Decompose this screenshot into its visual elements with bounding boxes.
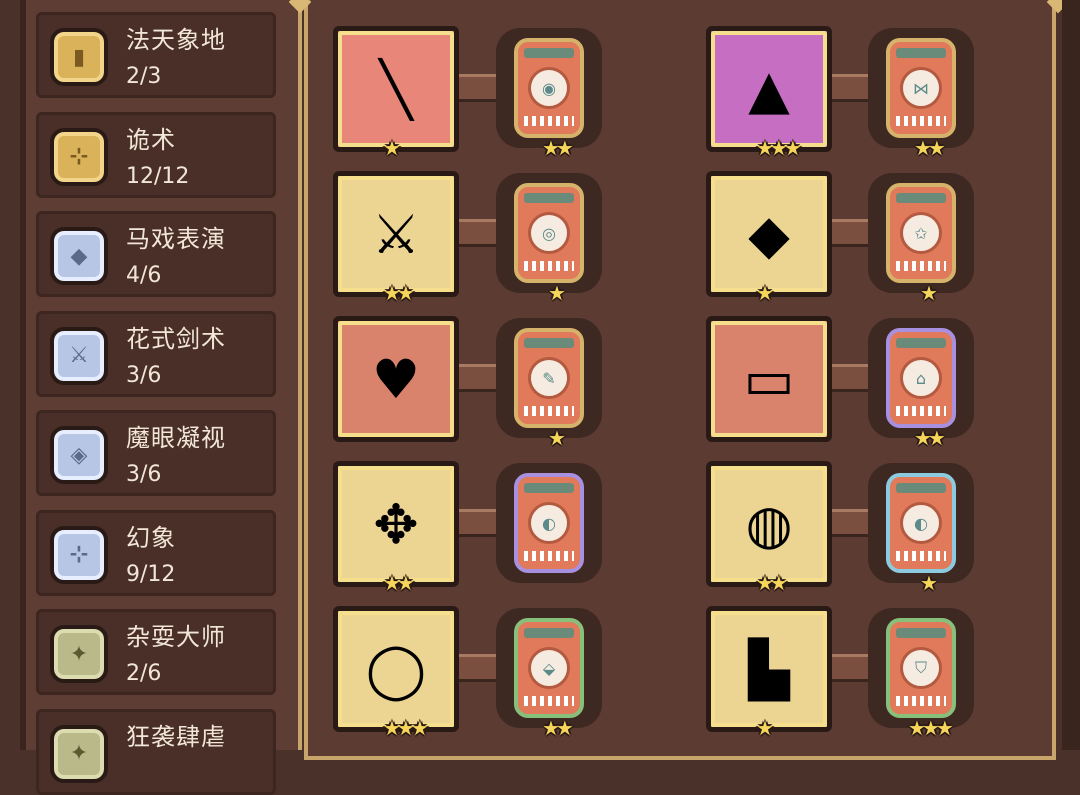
trait-name: 杂耍大师 <box>126 623 226 651</box>
equipment-slot[interactable]: ▙ <box>706 606 832 732</box>
ruby-ring-icon: ◯ <box>365 637 427 701</box>
trait-name: 花式剑术 <box>126 324 226 353</box>
pick-icon: ◆ <box>50 227 108 285</box>
star-rating: ★ <box>548 426 566 450</box>
rune-card: ⋈ <box>886 38 956 138</box>
rune-emblem-icon: ✎ <box>528 357 570 399</box>
star-rating: ★★★ <box>756 136 802 160</box>
rune-card: ⌂ <box>886 328 956 428</box>
rune-slot[interactable]: ◎ <box>496 173 602 293</box>
eye-icon: ◈ <box>50 426 108 484</box>
trait-count: 12/12 <box>126 163 190 189</box>
trait-name: 幻象 <box>126 523 176 552</box>
trait-name: 诡术 <box>126 125 176 154</box>
trait-row[interactable]: ◆ 马戏表演 4/6 <box>36 211 276 297</box>
rune-slot[interactable]: ⬙ <box>496 608 602 728</box>
rune-slot[interactable]: ◐ <box>868 463 974 583</box>
frame-edge <box>1062 0 1080 750</box>
trait-name: 魔眼凝视 <box>126 424 226 452</box>
star-rating: ★ <box>756 716 774 740</box>
rune-slot[interactable]: ⌂ <box>868 318 974 438</box>
trait-row[interactable]: ▮ 法天象地 2/3 <box>36 12 276 98</box>
equipment-slot[interactable]: ▲ <box>706 26 832 152</box>
rune-emblem-icon: ◐ <box>900 502 942 544</box>
scroll-icon: ▭ <box>743 347 795 411</box>
equipment-slot[interactable]: ◆ <box>706 171 832 297</box>
rune-emblem-icon: ⛉ <box>900 647 942 689</box>
trait-count: 4/6 <box>126 263 162 288</box>
rune-emblem-icon: ◉ <box>528 67 570 109</box>
trait-row[interactable]: ✦ 狂袭肆虐 <box>36 708 276 795</box>
trait-name: 法天象地 <box>126 26 226 54</box>
cross-icon: ⊹ <box>50 127 108 186</box>
trait-row[interactable]: ⊹ 诡术 12/12 <box>36 111 276 198</box>
jeweled-cross-icon: ✥ <box>373 492 419 556</box>
star-rating: ★★★ <box>908 716 954 740</box>
equipment-slot[interactable]: ✥ <box>333 461 459 587</box>
rune-slot[interactable]: ⋈ <box>868 28 974 148</box>
crossed-swords-icon: ⚔ <box>371 202 421 266</box>
star-rating: ★★ <box>542 136 574 160</box>
equipment-slot[interactable]: ▭ <box>706 316 832 442</box>
rune-slot[interactable]: ◐ <box>496 463 602 583</box>
rune-emblem-icon: ⬙ <box>528 647 570 689</box>
rune-slot[interactable]: ✩ <box>868 173 974 293</box>
boots-icon: ▙ <box>748 637 790 701</box>
star-rating: ★★ <box>542 716 574 740</box>
trait-count: 2/3 <box>126 64 162 89</box>
equipment-slot[interactable]: ◍ <box>706 461 832 587</box>
cross-icon: ⊹ <box>50 525 108 584</box>
trait-name: 狂袭肆虐 <box>126 722 226 751</box>
rune-emblem-icon: ⋈ <box>900 67 942 109</box>
bracelet-icon: ◍ <box>745 492 793 556</box>
rune-card: ⛉ <box>886 618 956 718</box>
rune-slot[interactable]: ◉ <box>496 28 602 148</box>
trait-row[interactable]: ⚔ 花式剑术 3/6 <box>36 310 276 397</box>
rune-emblem-icon: ⌂ <box>900 357 942 399</box>
star-rating: ★ <box>383 136 401 160</box>
trait-count: 3/6 <box>126 362 162 388</box>
star-rating: ★★★ <box>383 716 429 740</box>
green-hood-icon: ▲ <box>748 57 790 121</box>
staff-icon: ╲ <box>379 57 413 121</box>
rune-card: ◐ <box>886 473 956 573</box>
star-rating: ★ <box>920 281 938 305</box>
rune-card: ◎ <box>514 183 584 283</box>
star-rating: ★★ <box>914 426 946 450</box>
trait-count: 3/6 <box>126 462 162 487</box>
trait-count: 2/6 <box>126 661 162 686</box>
rune-card: ✎ <box>514 328 584 428</box>
equipment-slot[interactable]: ◯ <box>333 606 459 732</box>
rune-emblem-icon: ✩ <box>900 212 942 254</box>
rune-emblem-icon: ◐ <box>528 502 570 544</box>
rune-card: ✩ <box>886 183 956 283</box>
trait-row[interactable]: ⊹ 幻象 9/12 <box>36 509 276 596</box>
rune-slot[interactable]: ✎ <box>496 318 602 438</box>
pillar-icon: ▮ <box>50 28 108 86</box>
equipment-slot[interactable]: ♥ <box>333 316 459 442</box>
rune-slot[interactable]: ⛉ <box>868 608 974 728</box>
star-rating: ★ <box>548 281 566 305</box>
rune-emblem-icon: ◎ <box>528 212 570 254</box>
star-rating: ★★ <box>914 136 946 160</box>
blades-icon: ⚔ <box>50 326 108 385</box>
trait-name: 马戏表演 <box>126 225 226 253</box>
equipment-slot[interactable]: ╲ <box>333 26 459 152</box>
star-rating: ★★ <box>383 281 415 305</box>
rune-card: ⬙ <box>514 618 584 718</box>
rampage-icon: ✦ <box>50 724 108 783</box>
jade-armor-icon: ◆ <box>748 202 790 266</box>
rune-card: ◐ <box>514 473 584 573</box>
star-rating: ★★ <box>383 571 415 595</box>
star-rating: ★★ <box>756 571 788 595</box>
star-rating: ★ <box>756 281 774 305</box>
heart-amulet-icon: ♥ <box>371 347 421 411</box>
trait-row[interactable]: ◈ 魔眼凝视 3/6 <box>36 410 276 496</box>
rune-card: ◉ <box>514 38 584 138</box>
star-rating: ★ <box>920 571 938 595</box>
trait-row[interactable]: ✦ 杂耍大师 2/6 <box>36 609 276 695</box>
trait-count: 9/12 <box>126 561 176 587</box>
equipment-slot[interactable]: ⚔ <box>333 171 459 297</box>
juggle-icon: ✦ <box>50 625 108 683</box>
